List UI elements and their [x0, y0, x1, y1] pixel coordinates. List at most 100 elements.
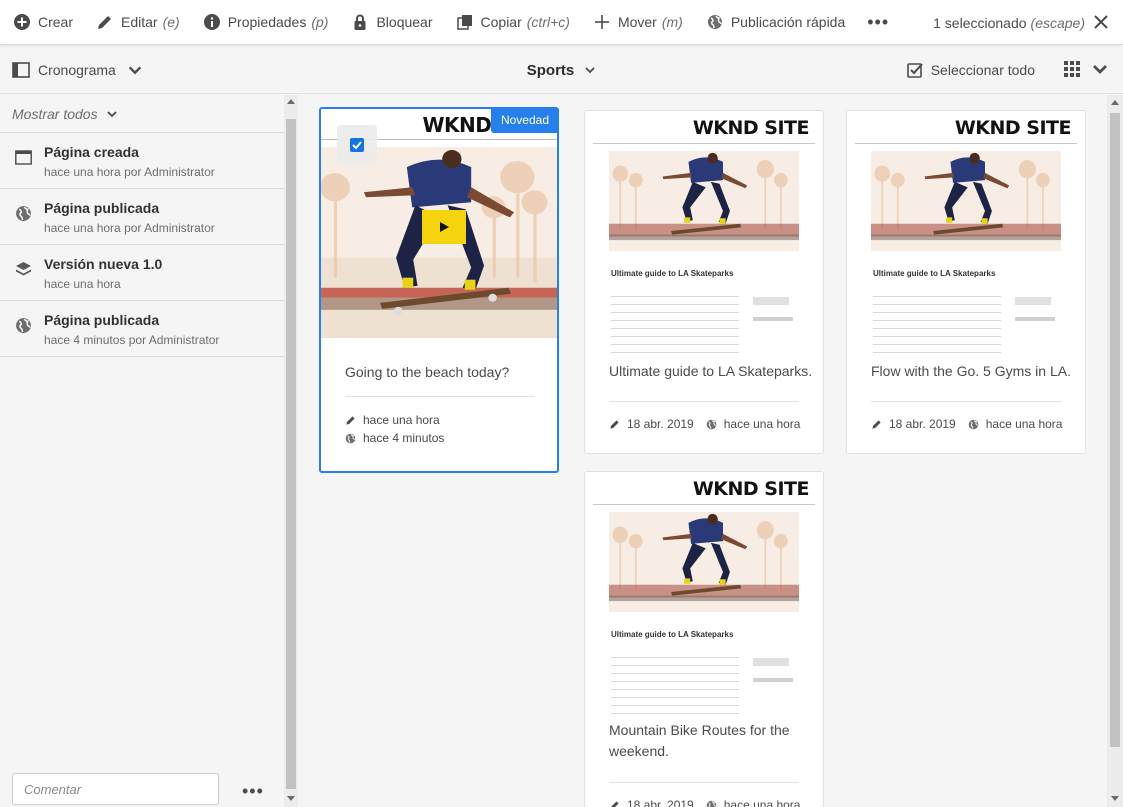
- timeline-item[interactable]: Página publicada hace una hora por Admin…: [0, 189, 284, 245]
- grid-view-icon: [1064, 61, 1080, 77]
- published-date: hace 4 minutos: [363, 431, 445, 445]
- checkbox-icon: [906, 63, 923, 78]
- edit-button[interactable]: Editar (e): [97, 0, 180, 45]
- scroll-down-arrow[interactable]: [287, 796, 295, 801]
- pencil-icon: [609, 419, 620, 430]
- quick-publish-label: Publicación rápida: [730, 14, 846, 30]
- close-icon[interactable]: [1091, 12, 1111, 32]
- selection-count: 1 seleccionado: [933, 14, 1027, 31]
- timeline-item-title: Página creada: [44, 144, 139, 160]
- info-icon: [203, 14, 220, 30]
- timeline-item[interactable]: Página publicada hace 4 minutos por Admi…: [0, 301, 284, 357]
- globe-icon: [15, 205, 32, 222]
- comment-input[interactable]: Comentar: [12, 773, 219, 805]
- published-date: hace una hora: [723, 417, 801, 431]
- site-logo: WKND SITE: [692, 117, 810, 139]
- new-badge: Novedad: [490, 109, 557, 133]
- page-card[interactable]: WKND SITE Ultimate guide to LA Skatepark…: [846, 110, 1086, 454]
- create-label: Crear: [38, 14, 74, 30]
- article-text: [611, 293, 739, 353]
- page-icon: [15, 150, 32, 165]
- page-card[interactable]: WKND SITE Novedad Going to the beach tod…: [319, 107, 559, 473]
- article-title: Ultimate guide to LA Skateparks: [611, 630, 734, 639]
- timeline-item-subtitle: hace una hora por Administrator: [44, 221, 215, 235]
- select-all-button[interactable]: Seleccionar todo: [906, 46, 1035, 94]
- card-title: Going to the beach today?: [345, 364, 510, 380]
- view-switcher[interactable]: [1063, 60, 1109, 78]
- card-divider: [871, 401, 1061, 402]
- globe-icon: [706, 419, 717, 430]
- content-scrollbar[interactable]: [1107, 95, 1123, 807]
- site-logo: WKND SITE: [954, 117, 1072, 139]
- card-title-line: weekend.: [609, 743, 669, 759]
- scroll-up-arrow[interactable]: [287, 99, 295, 104]
- page-card[interactable]: WKND SITE Ultimate guide to LA Skatepark…: [584, 110, 824, 454]
- page-meta: 18 abr. 2019 hace una hora: [609, 417, 800, 431]
- move-button[interactable]: Mover (m): [594, 0, 683, 45]
- page-title[interactable]: Sports: [527, 62, 597, 79]
- copy-shortcut: (ctrl+c): [526, 14, 570, 30]
- selection-checkbox[interactable]: [337, 125, 377, 165]
- scroll-thumb[interactable]: [1110, 113, 1120, 747]
- card-thumbnail: WKND SITE: [321, 109, 557, 338]
- copy-icon: [456, 15, 472, 30]
- article-sidebar: [1015, 297, 1051, 305]
- copy-label: Copiar: [480, 14, 522, 30]
- article-sidebar: [753, 317, 793, 321]
- pencil-icon: [345, 415, 356, 426]
- thumbnail-image: [609, 512, 799, 612]
- rail-toggle-label: Cronograma: [38, 62, 116, 78]
- timeline-item[interactable]: Página creada hace una hora por Administ…: [0, 133, 284, 189]
- globe-icon: [15, 317, 32, 334]
- thumbnail-image: [871, 151, 1061, 251]
- scroll-thumb[interactable]: [286, 119, 296, 789]
- play-icon[interactable]: [422, 210, 466, 244]
- scroll-up-arrow[interactable]: [1111, 100, 1119, 105]
- create-button[interactable]: Crear: [14, 0, 73, 45]
- plus-circle-icon: [14, 14, 30, 30]
- properties-button[interactable]: Propiedades (p): [203, 0, 329, 45]
- page-meta: 18 abr. 2019 hace una hora: [871, 417, 1062, 431]
- comment-more-button[interactable]: •••: [242, 781, 264, 802]
- globe-icon: [968, 419, 979, 430]
- copy-button[interactable]: Copiar (ctrl+c): [456, 0, 570, 45]
- chevron-down-icon: [585, 67, 595, 74]
- pencil-icon: [871, 419, 882, 430]
- timeline-item-subtitle: hace una hora por Administrator: [44, 165, 215, 179]
- card-thumbnail: WKND SITE Ultimate guide to LA Skatepark…: [847, 111, 1083, 353]
- article-title: Ultimate guide to LA Skateparks: [611, 269, 734, 278]
- chevron-down-icon: [106, 110, 117, 117]
- rail-scrollbar[interactable]: [284, 95, 298, 807]
- card-title: Ultimate guide to LA Skateparks.: [609, 363, 813, 379]
- card-grid: WKND SITE Novedad Going to the beach tod…: [299, 95, 1107, 807]
- lock-label: Bloquear: [376, 14, 433, 30]
- card-title-line: Mountain Bike Routes for the: [609, 722, 790, 738]
- timeline-rail: Mostrar todos Página creada hace una hor…: [0, 95, 298, 807]
- edit-shortcut: (e): [162, 14, 180, 30]
- properties-label: Propiedades: [227, 14, 307, 30]
- lock-icon: [354, 14, 366, 30]
- timeline-item-title: Versión nueva 1.0: [44, 256, 163, 272]
- scroll-down-arrow[interactable]: [1111, 796, 1119, 801]
- checkbox-checked-icon: [350, 138, 364, 152]
- rail-toggle-button[interactable]: Cronograma: [12, 46, 152, 94]
- article-sidebar: [753, 678, 793, 682]
- show-all-filter[interactable]: Mostrar todos: [0, 95, 284, 133]
- modified-date: hace una hora: [363, 413, 440, 427]
- properties-shortcut: (p): [311, 14, 329, 30]
- page-meta: 18 abr. 2019 hace una hora: [609, 798, 800, 807]
- rail-icon: [12, 62, 30, 78]
- comment-placeholder: Comentar: [24, 781, 82, 797]
- lock-button[interactable]: Bloquear: [352, 0, 433, 45]
- more-actions-button[interactable]: •••: [867, 12, 889, 33]
- quick-publish-button[interactable]: Publicación rápida: [707, 0, 845, 45]
- timeline-item[interactable]: Versión nueva 1.0 hace una hora: [0, 245, 284, 301]
- edit-label: Editar: [121, 14, 158, 30]
- thumbnail-image: [609, 151, 799, 251]
- page-card[interactable]: WKND SITE Ultimate guide to LA Skatepark…: [584, 471, 824, 807]
- timeline-item-title: Página publicada: [44, 312, 160, 328]
- timeline-item-title: Página publicada: [44, 200, 160, 216]
- action-bar: Crear Editar (e) Propiedades (p) Bloquea…: [0, 0, 1123, 45]
- move-icon: [594, 15, 609, 29]
- article-text: [873, 293, 1001, 353]
